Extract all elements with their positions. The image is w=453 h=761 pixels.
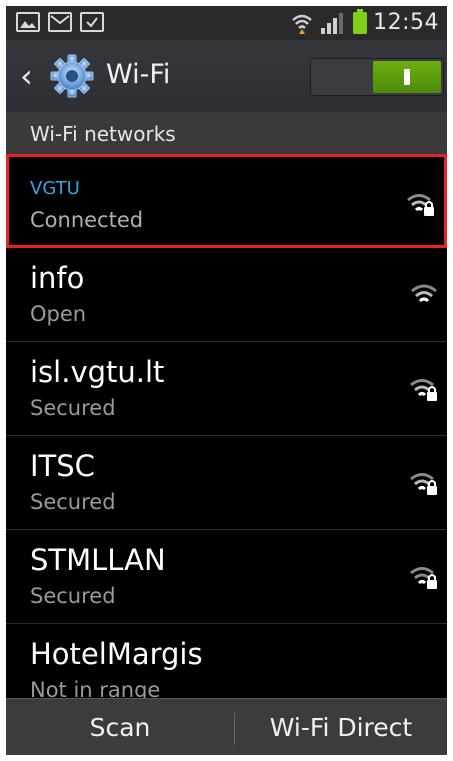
bottom-action-bar: Scan Wi-Fi Direct [6, 698, 447, 755]
network-name: isl.vgtu.lt [30, 355, 165, 389]
system-icons: 12:54 [291, 8, 439, 35]
wifi-toggle[interactable] [310, 58, 444, 96]
back-chevron-icon[interactable]: ‹ [20, 60, 33, 92]
network-name: ITSC [30, 449, 95, 483]
network-name: STMLLAN [30, 543, 166, 577]
clock: 12:54 [373, 10, 439, 35]
network-row-vgtu[interactable]: VGTU Connected [6, 154, 447, 248]
page-title: Wi-Fi [106, 59, 171, 90]
wifi-locked-icon [410, 567, 437, 589]
message-icon [48, 12, 72, 32]
scan-button[interactable]: Scan [6, 699, 234, 755]
network-name: info [30, 261, 85, 295]
gallery-icon [16, 12, 40, 32]
section-header: Wi-Fi networks [6, 112, 447, 154]
network-status: Secured [30, 490, 116, 514]
notification-icons [16, 12, 104, 32]
network-status: Secured [30, 584, 116, 608]
wifi-locked-icon [410, 379, 437, 401]
phone-screen: 12:54 ‹ Wi-Fi Wi-Fi networks VGTU Connec… [6, 6, 447, 755]
network-row-isl-vgtu[interactable]: isl.vgtu.lt Secured [6, 342, 447, 436]
network-name: HotelMargis [30, 637, 203, 671]
wifi-locked-icon [407, 194, 434, 216]
network-list: VGTU Connected info Open isl.vgtu.lt Sec… [6, 154, 447, 718]
settings-gear-icon[interactable] [48, 52, 96, 100]
network-status: Open [30, 302, 87, 326]
wifi-locked-icon [410, 473, 437, 495]
clipboard-icon [80, 12, 104, 32]
network-row-info[interactable]: info Open [6, 248, 447, 342]
network-row-itsc[interactable]: ITSC Secured [6, 436, 447, 530]
section-label: Wi-Fi networks [30, 122, 176, 146]
network-status: Connected [30, 208, 144, 232]
signal-icon [321, 12, 344, 34]
battery-icon [353, 8, 368, 34]
network-name: VGTU [30, 178, 80, 199]
action-bar: ‹ Wi-Fi [6, 40, 447, 113]
status-bar: 12:54 [6, 6, 447, 40]
toggle-on-indicator [373, 61, 441, 93]
network-row-stmllan[interactable]: STMLLAN Secured [6, 530, 447, 624]
network-status: Secured [30, 396, 116, 420]
wifi-icon [411, 284, 437, 303]
wifi-direct-button[interactable]: Wi-Fi Direct [235, 699, 447, 755]
wifi-icon [292, 14, 312, 34]
